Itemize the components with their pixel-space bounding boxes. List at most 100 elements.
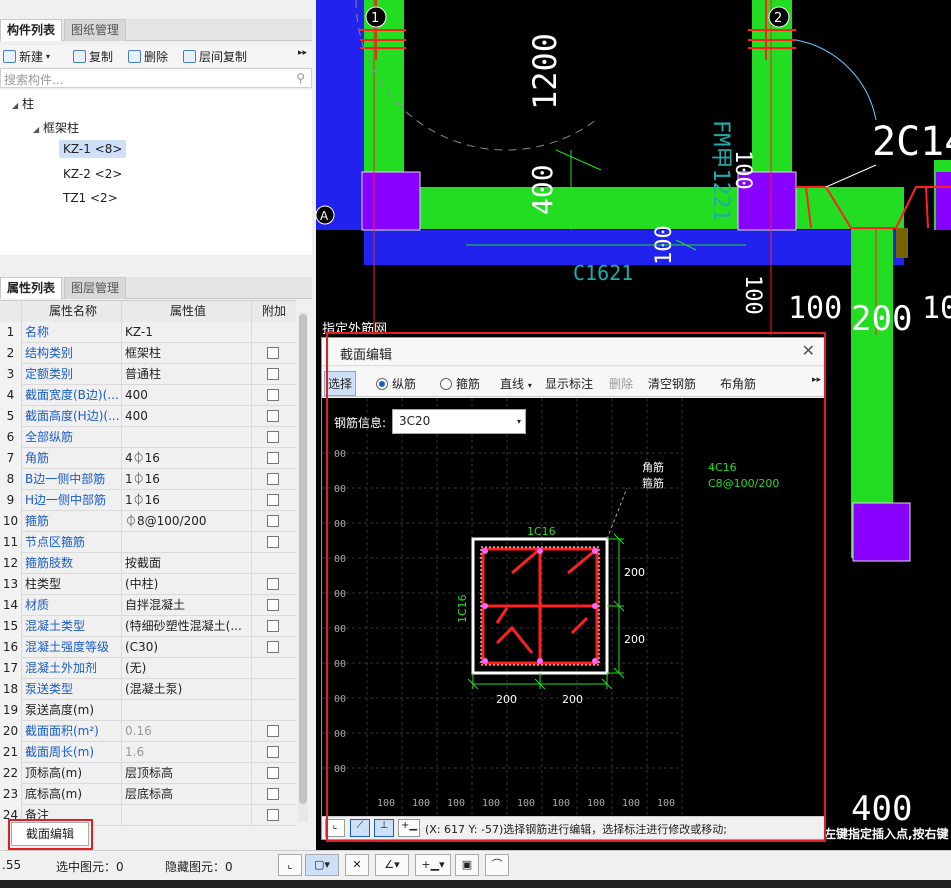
tree-item-kz1[interactable]: KZ-1 <8> — [59, 140, 127, 158]
cross-icon[interactable]: ✕ — [345, 854, 369, 876]
property-row[interactable]: 3 定额类别 普通柱 — [0, 364, 296, 385]
property-value[interactable]: 自拌混凝土 — [122, 595, 252, 616]
component-search-input[interactable]: 搜索构件... ⚲ — [0, 68, 312, 88]
property-row[interactable]: 18 泵送类型 (混凝土泵) — [0, 679, 296, 700]
property-value[interactable]: 层顶标高 — [122, 763, 252, 784]
property-value[interactable]: 1⏀16 — [122, 469, 252, 490]
property-row[interactable]: 7 角筋 4⏀16 — [0, 448, 296, 469]
property-value[interactable] — [122, 532, 252, 553]
property-row[interactable]: 9 H边一侧中部筋 1⏀16 — [0, 490, 296, 511]
extra-checkbox[interactable] — [267, 809, 279, 821]
extra-checkbox[interactable] — [267, 452, 279, 464]
property-value[interactable]: 400 — [122, 385, 252, 406]
property-row[interactable]: 4 截面宽度(B边)(... 400 — [0, 385, 296, 406]
property-value[interactable]: 0.16 — [122, 721, 252, 742]
orthogonal-icon[interactable]: ⌞ — [325, 819, 345, 837]
angle-icon[interactable]: ∠▾ — [375, 854, 409, 876]
close-icon[interactable]: ✕ — [802, 341, 815, 360]
property-row[interactable]: 1 名称 KZ-1 — [0, 322, 296, 343]
property-value[interactable]: (特细砂塑性混凝土(... — [122, 616, 252, 637]
select-button[interactable]: 选择 — [324, 371, 357, 396]
tree-item-kz2[interactable]: KZ-2 <2> — [63, 167, 122, 181]
new-button[interactable]: 新建 ▾ — [3, 48, 50, 65]
property-value[interactable]: (混凝土泵) — [122, 679, 252, 700]
clear-rebar-button[interactable]: 清空钢筋 — [648, 375, 696, 392]
delete-button[interactable]: 删除 — [128, 48, 168, 65]
extra-checkbox[interactable] — [267, 515, 279, 527]
copy-button[interactable]: 复制 — [73, 48, 113, 65]
more-icon[interactable]: ▸▸ — [298, 48, 307, 58]
property-value[interactable]: 1.6 — [122, 742, 252, 763]
property-row[interactable]: 23 底标高(m) 层底标高 — [0, 784, 296, 805]
extra-checkbox[interactable] — [267, 410, 279, 422]
extra-checkbox[interactable] — [267, 389, 279, 401]
tab-component-list[interactable]: 构件列表 — [0, 19, 63, 41]
dimension-icon[interactable]: +▁▾ — [415, 854, 451, 876]
scrollbar-thumb[interactable] — [299, 314, 307, 804]
property-row[interactable]: 8 B边一侧中部筋 1⏀16 — [0, 469, 296, 490]
property-row[interactable]: 19 泵送高度(m) — [0, 700, 296, 721]
property-value[interactable]: (中柱) — [122, 574, 252, 595]
property-row[interactable]: 5 截面高度(H边)(... 400 — [0, 406, 296, 427]
delete-button[interactable]: 删除 — [609, 375, 633, 392]
extra-checkbox[interactable] — [267, 641, 279, 653]
extra-checkbox[interactable] — [267, 536, 279, 548]
extra-checkbox[interactable] — [267, 599, 279, 611]
property-value[interactable] — [122, 805, 252, 826]
tree-node-frame-column[interactable]: ◢ 框架柱 — [33, 119, 79, 136]
extra-checkbox[interactable] — [267, 368, 279, 380]
tree-item-tz1[interactable]: TZ1 <2> — [63, 191, 118, 205]
property-row[interactable]: 22 顶标高(m) 层顶标高 — [0, 763, 296, 784]
diagonal-icon[interactable]: ⟋ — [350, 819, 370, 837]
display-icon[interactable]: ▣ — [455, 854, 479, 876]
property-value[interactable]: (C30) — [122, 637, 252, 658]
property-value[interactable]: 4⏀16 — [122, 448, 252, 469]
property-value[interactable]: KZ-1 — [122, 322, 252, 343]
property-value[interactable]: (无) — [122, 658, 252, 679]
collapse-icon[interactable]: ◢ — [33, 125, 39, 134]
property-scrollbar[interactable] — [298, 312, 308, 822]
property-row[interactable]: 20 截面面积(m²) 0.16 — [0, 721, 296, 742]
extra-checkbox[interactable] — [267, 767, 279, 779]
extra-checkbox[interactable] — [267, 431, 279, 443]
property-value[interactable]: 按截面 — [122, 553, 252, 574]
property-row[interactable]: 14 材质 自拌混凝土 — [0, 595, 296, 616]
curve-icon[interactable]: ⌒ — [485, 854, 509, 876]
extra-checkbox[interactable] — [267, 473, 279, 485]
ortho-icon[interactable]: ⌞ — [278, 854, 302, 876]
property-row[interactable]: 10 箍筋 ⏀8@100/200 — [0, 511, 296, 532]
property-row[interactable]: 11 节点区箍筋 — [0, 532, 296, 553]
rebar-info-input[interactable]: 3C20 ▾ — [392, 409, 526, 434]
dropdown-arrow-icon[interactable]: ▾ — [517, 410, 521, 433]
tab-layer-management[interactable]: 图层管理 — [64, 277, 127, 299]
section-edit-button[interactable]: 截面编辑 — [11, 822, 89, 846]
property-value[interactable] — [122, 700, 252, 721]
tree-node-column[interactable]: ◢ 柱 — [12, 95, 34, 112]
property-row[interactable]: 15 混凝土类型 (特细砂塑性混凝土(... — [0, 616, 296, 637]
perpendicular-icon[interactable]: ⊥ — [374, 819, 394, 837]
tab-drawing-management[interactable]: 图纸管理 — [64, 19, 127, 41]
property-row[interactable]: 16 混凝土强度等级 (C30) — [0, 637, 296, 658]
property-row[interactable]: 17 混凝土外加剂 (无) — [0, 658, 296, 679]
add-dimension-icon[interactable]: +▁ — [398, 819, 420, 837]
floor-copy-button[interactable]: 层间复制 — [183, 48, 247, 65]
extra-checkbox[interactable] — [267, 746, 279, 758]
property-value[interactable] — [122, 427, 252, 448]
more-icon[interactable]: ▸▸ — [812, 375, 821, 385]
stirrup-radio[interactable]: 箍筋 — [440, 375, 480, 392]
property-row[interactable]: 6 全部纵筋 — [0, 427, 296, 448]
property-value[interactable]: 普通柱 — [122, 364, 252, 385]
extra-checkbox[interactable] — [267, 788, 279, 800]
show-dims-button[interactable]: 显示标注 — [545, 375, 593, 392]
property-value[interactable]: 框架柱 — [122, 343, 252, 364]
property-row[interactable]: 12 箍筋肢数 按截面 — [0, 553, 296, 574]
property-row[interactable]: 13 柱类型 (中柱) — [0, 574, 296, 595]
extra-checkbox[interactable] — [267, 347, 279, 359]
property-value[interactable]: 400 — [122, 406, 252, 427]
extra-checkbox[interactable] — [267, 620, 279, 632]
collapse-icon[interactable]: ◢ — [12, 101, 18, 110]
property-value[interactable]: 1⏀16 — [122, 490, 252, 511]
longitudinal-radio[interactable]: 纵筋 — [376, 375, 416, 392]
dropdown-arrow-icon[interactable]: ▾ — [46, 52, 50, 61]
tab-property-list[interactable]: 属性列表 — [0, 277, 63, 299]
